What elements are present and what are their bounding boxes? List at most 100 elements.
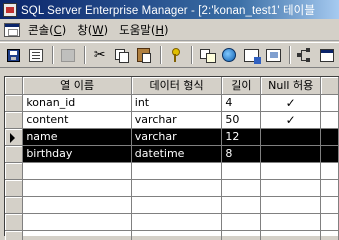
primary-key-button[interactable] xyxy=(166,45,186,65)
cell-nullable[interactable]: ✓ xyxy=(260,94,322,112)
toolbar-separator xyxy=(51,46,54,64)
header-row: 열 이름 데이터 형식 길이 Null 허용 xyxy=(5,77,339,95)
constraints-button[interactable] xyxy=(263,45,283,65)
copy-button[interactable] xyxy=(112,45,132,65)
cell-column-name[interactable]: content xyxy=(22,111,132,129)
table-row[interactable]: birthday datetime 8 xyxy=(5,145,339,163)
row-selector[interactable] xyxy=(5,230,24,240)
empty-cell[interactable] xyxy=(260,196,322,214)
primary-key-icon xyxy=(172,48,181,62)
empty-cell[interactable] xyxy=(22,162,132,180)
row-selector[interactable] xyxy=(5,111,24,129)
cut-icon: ✂ xyxy=(93,47,106,63)
row-selector-header[interactable] xyxy=(5,77,24,95)
empty-cell[interactable] xyxy=(221,162,262,180)
toolbar: ✂ xyxy=(0,42,339,68)
column-header-type[interactable]: 데이터 형식 xyxy=(131,77,223,95)
cell-length[interactable]: 8 xyxy=(221,145,262,163)
table-row[interactable]: konan_id int 4 ✓ xyxy=(5,94,339,112)
empty-cell[interactable] xyxy=(221,230,262,240)
empty-cell[interactable] xyxy=(260,213,322,231)
cell-length[interactable]: 50 xyxy=(221,111,262,129)
tree-button[interactable] xyxy=(295,45,315,65)
empty-cell[interactable] xyxy=(320,162,339,180)
window-button[interactable] xyxy=(317,45,337,65)
row-selector[interactable] xyxy=(5,179,24,197)
indexes-button[interactable] xyxy=(241,45,261,65)
cell-data-type[interactable]: varchar xyxy=(131,128,223,146)
toolbar-separator xyxy=(83,46,86,64)
generate-script-icon xyxy=(60,48,75,62)
app-icon xyxy=(3,2,17,17)
cell-length[interactable]: 12 xyxy=(221,128,262,146)
empty-cell[interactable] xyxy=(260,230,322,240)
empty-cell[interactable] xyxy=(320,230,339,240)
document-window-icon[interactable] xyxy=(4,22,20,37)
cell-nullable[interactable] xyxy=(260,145,322,163)
save-icon xyxy=(7,48,21,62)
empty-cell[interactable] xyxy=(131,179,223,197)
empty-cell[interactable] xyxy=(221,179,262,197)
save-button[interactable] xyxy=(4,45,24,65)
column-header-nullable[interactable]: Null 허용 xyxy=(260,77,322,95)
cell-column-name[interactable]: name xyxy=(22,128,132,146)
empty-cell[interactable] xyxy=(22,213,132,231)
empty-cell[interactable] xyxy=(131,162,223,180)
properties-icon xyxy=(28,48,43,62)
table-row[interactable]: content varchar 50 ✓ xyxy=(5,111,339,129)
empty-row[interactable] xyxy=(5,213,339,231)
column-header-length[interactable]: 길이 xyxy=(221,77,262,95)
menu-console[interactable]: 콘솔(C) xyxy=(26,22,75,38)
cell-data-type[interactable]: datetime xyxy=(131,145,223,163)
tree-icon xyxy=(297,48,313,62)
row-selector[interactable] xyxy=(5,145,24,163)
table-row[interactable]: name varchar 12 xyxy=(5,128,339,146)
copy-icon xyxy=(115,48,130,63)
toolbar-separator xyxy=(159,46,162,64)
empty-cell[interactable] xyxy=(131,230,223,240)
empty-cell[interactable] xyxy=(260,162,322,180)
empty-cell[interactable] xyxy=(22,179,132,197)
empty-cell[interactable] xyxy=(320,179,339,197)
empty-cell[interactable] xyxy=(131,196,223,214)
paste-icon xyxy=(137,48,152,63)
empty-row[interactable] xyxy=(5,196,339,214)
empty-row[interactable] xyxy=(5,162,339,180)
empty-cell[interactable] xyxy=(221,196,262,214)
generate-script-button[interactable] xyxy=(58,45,78,65)
menu-help[interactable]: 도움말(H) xyxy=(117,22,177,38)
empty-row[interactable] xyxy=(5,230,339,240)
empty-cell[interactable] xyxy=(131,213,223,231)
empty-cell[interactable] xyxy=(221,213,262,231)
cell-extra xyxy=(320,111,339,129)
properties-button[interactable] xyxy=(26,45,46,65)
cell-extra xyxy=(320,128,339,146)
cell-data-type[interactable]: int xyxy=(131,94,223,112)
row-selector[interactable] xyxy=(5,128,24,146)
row-selector[interactable] xyxy=(5,196,24,214)
row-selector[interactable] xyxy=(5,94,24,112)
empty-cell[interactable] xyxy=(320,196,339,214)
relationships-button[interactable] xyxy=(197,45,217,65)
cell-data-type[interactable]: varchar xyxy=(131,111,223,129)
column-header-name[interactable]: 열 이름 xyxy=(22,77,132,95)
cell-column-name[interactable]: konan_id xyxy=(22,94,132,112)
empty-row[interactable] xyxy=(5,179,339,197)
column-grid[interactable]: 열 이름 데이터 형식 길이 Null 허용 konan_id int 4 ✓ cont… xyxy=(4,76,339,240)
menu-window[interactable]: 창(W) xyxy=(75,22,117,38)
relationships-icon xyxy=(199,48,216,63)
empty-cell[interactable] xyxy=(260,179,322,197)
empty-cell[interactable] xyxy=(22,230,132,240)
empty-cell[interactable] xyxy=(320,213,339,231)
paste-button[interactable] xyxy=(134,45,154,65)
toolbar-separator xyxy=(289,46,292,64)
empty-cell[interactable] xyxy=(22,196,132,214)
cell-column-name[interactable]: birthday xyxy=(22,145,132,163)
cell-length[interactable]: 4 xyxy=(221,94,262,112)
cell-nullable[interactable] xyxy=(260,128,322,146)
cell-nullable[interactable]: ✓ xyxy=(260,111,322,129)
globe-button[interactable] xyxy=(219,45,239,65)
row-selector[interactable] xyxy=(5,162,24,180)
row-selector[interactable] xyxy=(5,213,24,231)
cut-button[interactable]: ✂ xyxy=(90,45,110,65)
